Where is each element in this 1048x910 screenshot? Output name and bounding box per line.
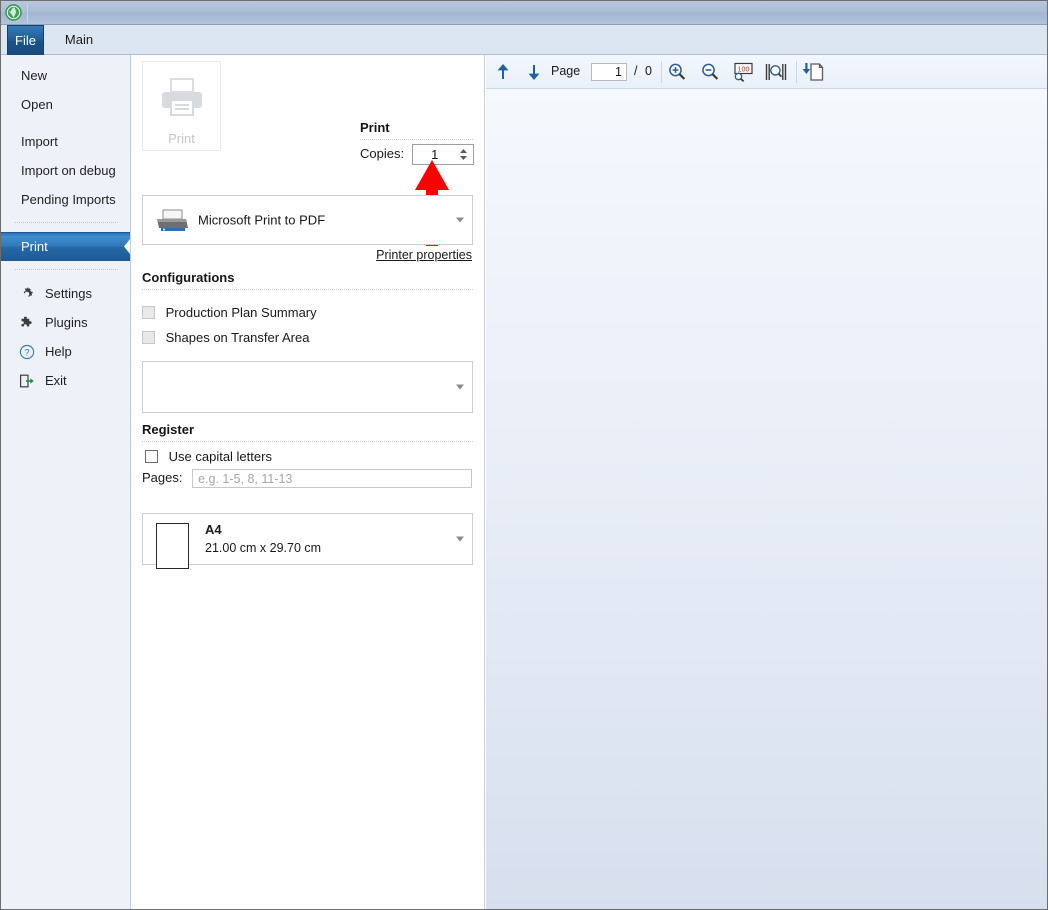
toolbar-divider-1 — [661, 61, 662, 83]
svg-text:100: 100 — [738, 66, 750, 73]
sidebar-item-exit[interactable]: Exit — [1, 366, 130, 395]
arrow-up-icon — [490, 64, 516, 89]
question-circle-icon: ? — [19, 344, 35, 360]
pages-label: Pages: — [142, 469, 183, 485]
checkbox-shapes-on-transfer-area[interactable]: Shapes on Transfer Area — [142, 330, 309, 345]
sidebar-item-label: Exit — [45, 373, 67, 388]
checkbox-production-plan-summary[interactable]: Production Plan Summary — [142, 305, 317, 320]
sidebar-item-settings[interactable]: Settings — [1, 279, 130, 308]
zoom-100-button[interactable]: 100 — [730, 59, 756, 85]
section-header-print: Print — [360, 120, 390, 135]
fit-page-icon — [763, 64, 789, 89]
checkbox-box-icon — [142, 331, 155, 344]
paper-sheet-icon — [156, 523, 189, 569]
title-bar-divider — [27, 3, 28, 23]
checkbox-box-icon — [145, 450, 158, 463]
next-page-button[interactable] — [521, 59, 547, 85]
sidebar-item-label: Help — [45, 344, 72, 359]
checkbox-label: Production Plan Summary — [165, 305, 317, 320]
backstage-sidebar: New Open Import Import on debug Pending … — [1, 55, 131, 909]
copies-input[interactable]: 1 — [413, 145, 457, 164]
printer-select[interactable]: Microsoft Print to PDF — [142, 195, 473, 245]
pages-row: Pages: e.g. 1-5, 8, 11-13 — [142, 469, 473, 488]
section-rule-configurations — [142, 289, 473, 290]
tab-strip: File Main — [1, 25, 1047, 55]
copies-stepper[interactable]: 1 — [411, 144, 474, 165]
page-separator: / — [634, 64, 638, 78]
sidebar-item-pending-imports[interactable]: Pending Imports — [1, 185, 130, 214]
sidebar-item-import-on-debug[interactable]: Import on debug — [1, 156, 130, 185]
title-bar — [1, 1, 1047, 25]
sidebar-divider-bottom — [15, 269, 118, 271]
printer-name: Microsoft Print to PDF — [198, 212, 326, 228]
chevron-down-icon — [456, 536, 464, 542]
checkbox-label: Use capital letters — [168, 449, 272, 464]
page-label: Page — [551, 64, 581, 78]
tab-main[interactable]: Main — [51, 25, 107, 55]
zoom-out-icon — [697, 63, 723, 89]
export-page-icon — [800, 63, 826, 89]
checkbox-use-capital-letters[interactable]: Use capital letters — [145, 449, 272, 464]
gear-icon — [19, 286, 35, 302]
checkbox-box-icon — [142, 306, 155, 319]
print-button[interactable]: Print — [142, 61, 221, 151]
sidebar-item-open[interactable]: Open — [1, 90, 130, 119]
preview-toolbar: Page 1 / 0 100 — [486, 55, 1047, 89]
sidebar-item-new[interactable]: New — [1, 61, 130, 90]
paper-size-dimensions: 21.00 cm x 29.70 cm — [205, 541, 322, 555]
copies-label: Copies: — [360, 145, 405, 161]
zoom-in-icon — [664, 63, 690, 89]
tab-file[interactable]: File — [7, 25, 44, 55]
paper-size-name: A4 — [205, 522, 222, 537]
selection-notch-icon — [120, 233, 130, 262]
page-total: 0 — [645, 64, 652, 78]
printer-device-icon — [155, 209, 189, 233]
copies-spin-buttons-icon[interactable] — [457, 147, 470, 162]
print-button-label: Print — [168, 131, 195, 146]
sidebar-item-label: Open — [21, 97, 53, 112]
application-window: File Main New Open Import Import on debu… — [0, 0, 1048, 910]
checkbox-label: Shapes on Transfer Area — [165, 330, 310, 345]
preview-canvas[interactable] — [486, 89, 1047, 909]
section-header-register: Register — [142, 422, 195, 437]
printer-properties-link[interactable]: Printer properties — [376, 248, 472, 262]
print-preview-pane: Page 1 / 0 100 — [486, 55, 1047, 909]
sidebar-item-plugins[interactable]: Plugins — [1, 308, 130, 337]
section-rule-register — [142, 441, 473, 442]
fit-page-button[interactable] — [763, 59, 789, 85]
sidebar-item-print[interactable]: Print — [1, 232, 130, 261]
export-page-button[interactable] — [800, 59, 826, 85]
toolbar-divider-2 — [796, 61, 797, 83]
puzzle-piece-icon — [19, 315, 35, 331]
section-rule-print — [360, 139, 473, 140]
sidebar-item-label: Settings — [45, 286, 92, 301]
chevron-down-icon — [456, 384, 464, 390]
zoom-100-icon: 100 — [730, 62, 756, 89]
page-number-input[interactable]: 1 — [591, 63, 627, 81]
zoom-out-button[interactable] — [697, 59, 723, 85]
sidebar-item-label: Plugins — [45, 315, 88, 330]
zoom-in-button[interactable] — [664, 59, 690, 85]
sidebar-item-import[interactable]: Import — [1, 127, 130, 156]
green-globe-logo-icon — [5, 4, 22, 21]
sidebar-item-label: New — [21, 68, 48, 83]
copies-row: Copies: 1 — [360, 144, 474, 165]
previous-page-button[interactable] — [490, 59, 516, 85]
sidebar-item-label: Pending Imports — [21, 192, 116, 207]
svg-text:?: ? — [24, 347, 29, 357]
chevron-down-icon — [456, 217, 464, 223]
configuration-select[interactable] — [142, 361, 473, 413]
print-settings-panel: Print Print Copies: 1 Microsoft Print to… — [132, 55, 485, 909]
section-header-configurations: Configurations — [142, 270, 235, 285]
sidebar-item-label: Import on debug — [21, 163, 116, 178]
arrow-down-icon — [521, 65, 547, 89]
paper-size-select[interactable]: A4 21.00 cm x 29.70 cm — [142, 513, 473, 569]
sidebar-item-label: Import — [21, 134, 58, 149]
sidebar-item-label: Print — [21, 239, 48, 254]
sidebar-divider-top — [15, 222, 118, 224]
pages-input[interactable]: e.g. 1-5, 8, 11-13 — [192, 469, 473, 488]
exit-door-icon — [19, 373, 35, 389]
sidebar-item-help[interactable]: ? Help — [1, 337, 130, 366]
printer-icon — [143, 76, 220, 123]
